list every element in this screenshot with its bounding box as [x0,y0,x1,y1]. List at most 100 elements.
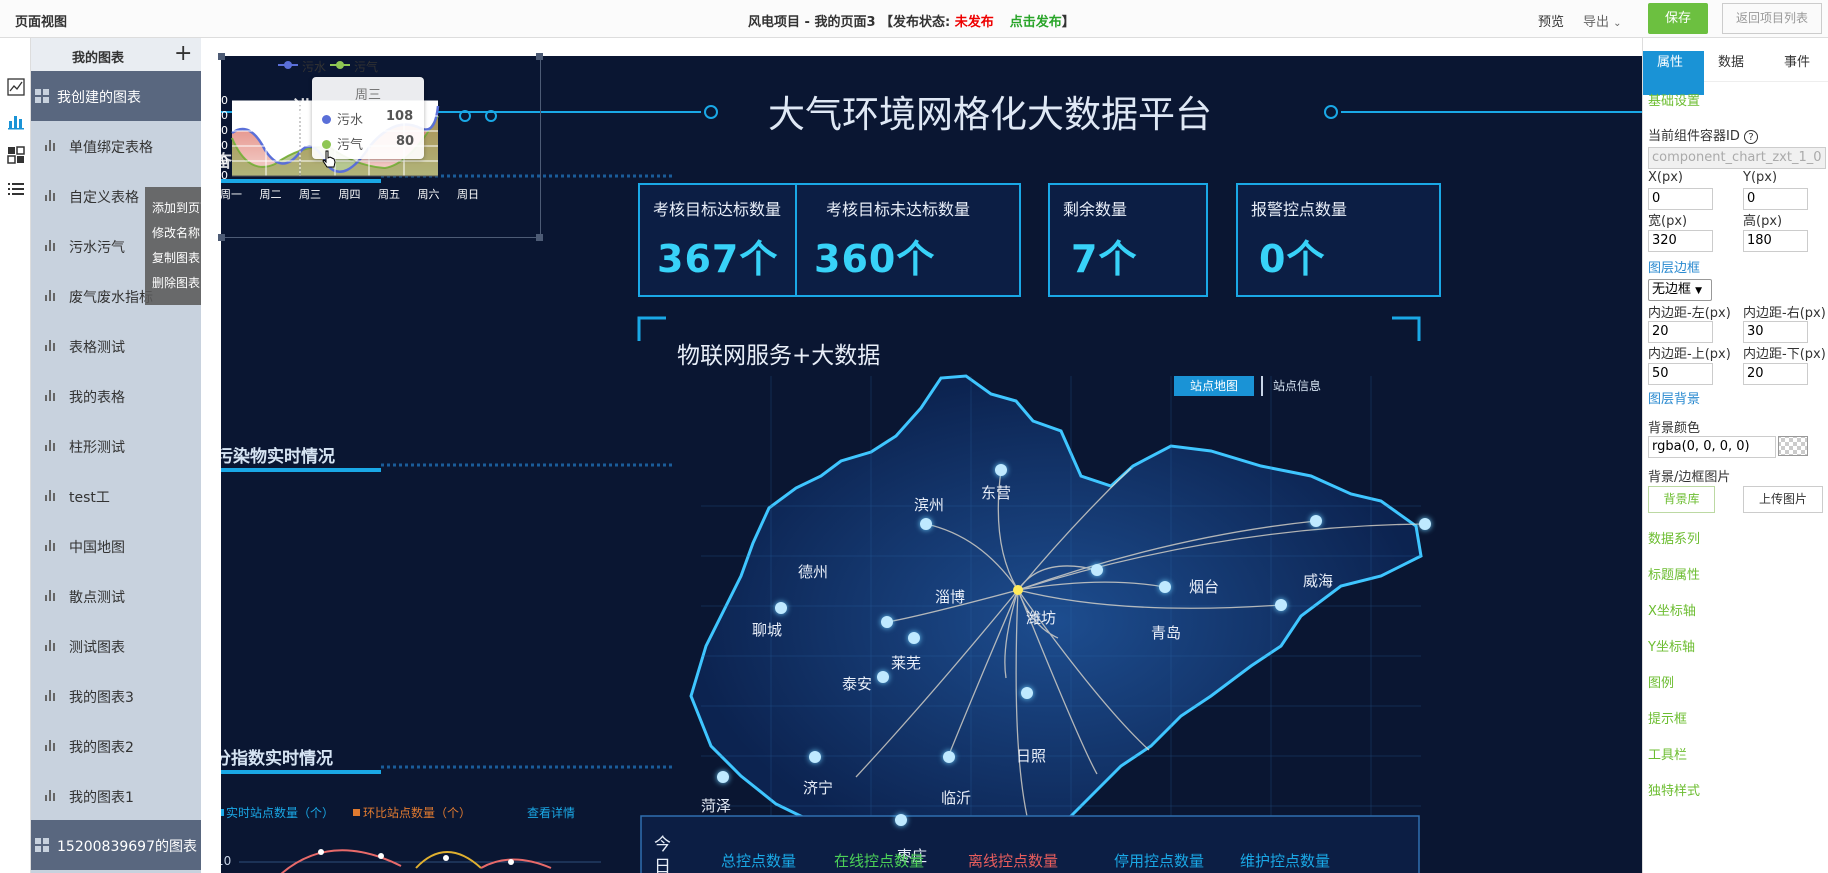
export-dropdown[interactable]: 导出 ⌄ [1583,11,1622,30]
tab-data[interactable]: 数据 [1718,51,1744,70]
city-node[interactable] [809,751,821,763]
section-basic-settings[interactable]: 基础设置 [1648,90,1700,109]
bar-chart-icon [45,340,55,351]
chart-list-item[interactable]: 我的表格 [31,371,201,421]
chart-list-item[interactable]: 我的图表2 [31,721,201,771]
group-my-created-charts[interactable]: 我创建的图表 [31,71,201,121]
props-section[interactable]: 标题属性 [1648,564,1700,583]
city-node[interactable] [995,464,1007,476]
city-label: 青岛 [1151,624,1182,642]
city-node[interactable] [920,518,932,530]
help-icon[interactable]: ? [1744,130,1758,144]
city-node[interactable] [943,751,955,763]
kpi-label: 剩余数量 [1063,200,1128,219]
city-label: 烟台 [1189,578,1220,596]
chart-list-item[interactable]: 测试图表 [31,621,201,671]
city-node[interactable] [877,671,889,683]
back-to-projects-button[interactable]: 返回项目列表 [1722,3,1822,34]
city-node[interactable] [1419,518,1431,530]
x-axis-tick: 周四 [338,188,361,201]
kpi-label: 考核目标未达标数量 [826,200,971,219]
background-library-button[interactable]: 背景库 [1648,486,1715,513]
save-button[interactable]: 保存 [1648,3,1708,34]
map-title: 物联网服务+大数据 [677,343,881,369]
chart-list-item[interactable]: 表格测试 [31,321,201,371]
background-color-input[interactable]: rgba(0, 0, 0, 0) [1648,436,1776,458]
props-section[interactable]: 图例 [1648,672,1674,691]
container-id-input[interactable]: component_chart_zxt_1_0 [1648,147,1826,169]
chart-list-item[interactable]: 柱形测试 [31,421,201,471]
group-user-charts[interactable]: 15200839697的图表 [31,820,201,870]
tab-site-info[interactable]: 站点信息 [1261,376,1331,396]
bar-chart-icon [45,140,55,151]
chart-list-item[interactable]: 我的图表1 [31,771,201,821]
props-section[interactable]: 独特样式 [1648,780,1700,799]
padding-bottom-input[interactable]: 20 [1743,363,1808,385]
legend-series-1[interactable]: 污水 [302,58,326,75]
y-input[interactable]: 0 [1743,188,1808,210]
list-icon[interactable] [7,180,25,198]
width-input[interactable]: 320 [1648,230,1713,252]
tooltip-title: 周三 [354,88,381,103]
props-section[interactable]: 数据系列 [1648,528,1700,547]
city-node[interactable] [775,602,787,614]
publish-link[interactable]: 点击发布 [1010,15,1062,30]
city-label: 德州 [798,563,829,581]
tab-events[interactable]: 事件 [1784,51,1810,70]
city-node[interactable] [1091,564,1103,576]
resize-handle[interactable] [218,53,225,60]
chart-list-item[interactable]: 单值绑定表格 [31,121,201,171]
legend-ratio: 环比站点数量（个） [363,806,472,820]
city-node[interactable] [895,814,907,826]
chevron-down-icon: ⌄ [1613,18,1622,29]
hand-cursor-icon [322,150,336,168]
city-node[interactable] [1021,687,1033,699]
city-node[interactable] [717,771,729,783]
kpi-value: 7个 [1071,237,1138,281]
city-node[interactable] [881,616,893,628]
props-section[interactable]: X坐标轴 [1648,600,1696,619]
props-section[interactable]: 工具栏 [1648,744,1687,763]
city-node[interactable] [908,632,920,644]
chevron-down-icon: ▼ [1695,286,1703,296]
kpi-value: 367个 [657,237,779,281]
padding-top-input[interactable]: 50 [1648,363,1713,385]
height-input[interactable]: 180 [1743,230,1808,252]
city-node[interactable] [1275,599,1287,611]
y-axis-tick: 90 [221,139,228,152]
section-pollution-title: 污染物实时情况 [221,447,335,467]
upload-image-button[interactable]: 上传图片 [1743,486,1823,513]
tab-site-map[interactable]: 站点地图 [1174,376,1254,396]
page-view-label: 页面视图 [15,15,68,30]
x-axis-tick: 周三 [299,188,321,201]
chart-list-item[interactable]: test工 [31,471,201,521]
chart-list-item[interactable]: 我的图表3 [31,671,201,721]
line-chart-icon[interactable] [7,78,25,96]
tab-properties[interactable]: 属性 [1657,51,1683,70]
add-chart-icon[interactable]: + [174,41,192,66]
props-section[interactable]: 提示框 [1648,708,1687,727]
color-picker-swatch[interactable] [1778,436,1808,456]
city-node[interactable] [1159,581,1171,593]
padding-left-input[interactable]: 20 [1648,321,1713,343]
chart-list-item[interactable]: 散点测试 [31,571,201,621]
x-input[interactable]: 0 [1648,188,1713,210]
preview-button[interactable]: 预览 [1538,11,1564,30]
city-node[interactable] [1310,515,1322,527]
legend-series-2[interactable]: 污气 [354,58,378,75]
bar-chart-icon [45,590,55,601]
city-label: 东营 [981,484,1012,502]
bar-chart-icon [45,390,55,401]
bar-chart-icon [45,640,55,651]
border-select[interactable]: 无边框 ▼ [1648,279,1712,301]
props-section[interactable]: Y坐标轴 [1648,636,1695,655]
x-axis-tick: 周日 [457,188,479,201]
dashboard-preview[interactable]: 大气环境网格化大数据平台 考核目标达标数量 367个 考核目标未达标数量 360个 剩余… [221,56,1642,873]
line-chart-widget[interactable]: 进 奋 污水 污气 18015012090600 周一周二周三周四周五周六周日 … [221,56,510,236]
city-label: 潍坊 [1026,609,1057,627]
view-detail-link[interactable]: 查看详情 [527,804,575,821]
padding-right-input[interactable]: 30 [1743,321,1808,343]
chart-list-item[interactable]: 中国地图 [31,521,201,571]
component-grid-icon[interactable] [7,146,25,164]
bar-chart-icon[interactable] [7,112,25,130]
